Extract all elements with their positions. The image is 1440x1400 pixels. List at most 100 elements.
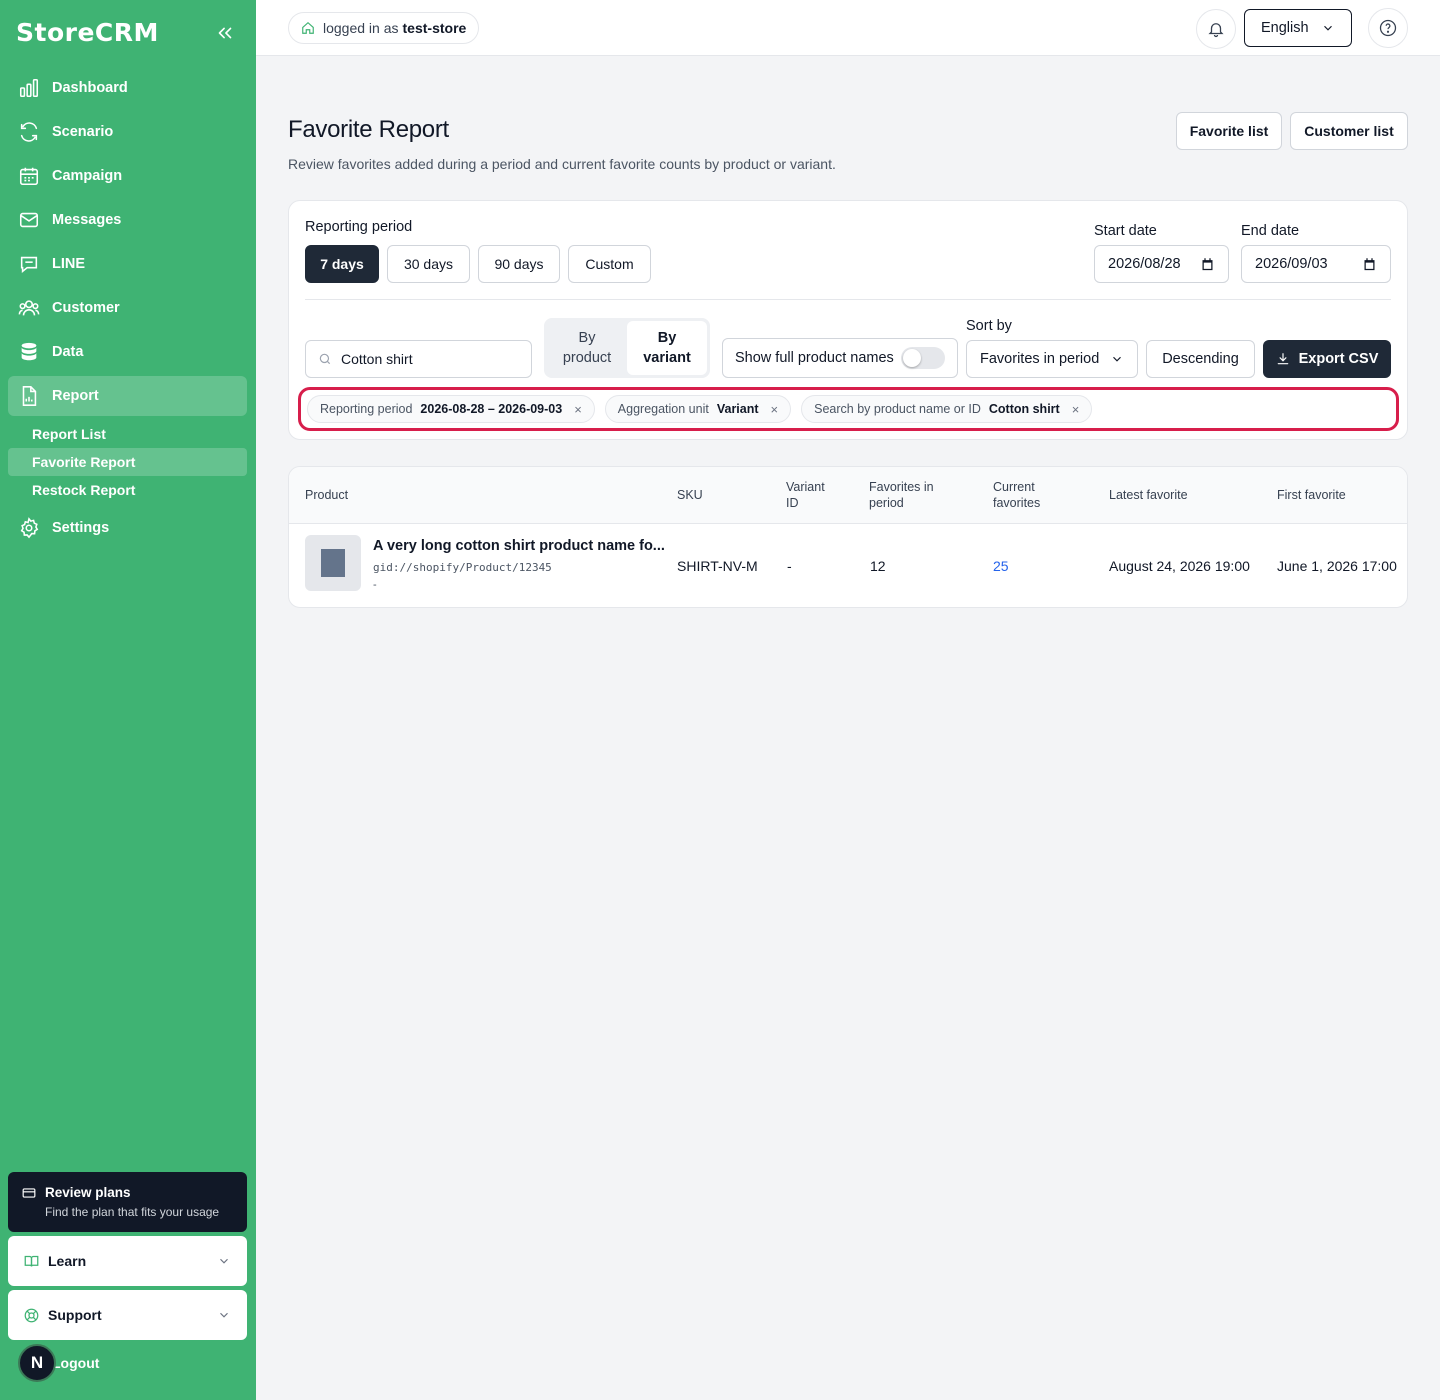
close-icon[interactable]: × bbox=[574, 402, 582, 417]
cell-first-favorite: June 1, 2026 17:00 bbox=[1277, 558, 1397, 574]
show-full-names-toggle[interactable]: Show full product names bbox=[722, 338, 958, 378]
col-fav-line1: Favorites in bbox=[869, 480, 934, 494]
sort-by-select[interactable]: Favorites in period bbox=[966, 340, 1138, 378]
learn-accordion[interactable]: Learn bbox=[8, 1236, 247, 1286]
logout-label: Logout bbox=[52, 1355, 100, 1371]
sidebar-item-label: Campaign bbox=[52, 168, 123, 184]
filter-chip-search: Search by product name or ID Cotton shir… bbox=[801, 395, 1093, 423]
reporting-period-label: Reporting period bbox=[305, 219, 413, 235]
toggle-switch[interactable] bbox=[901, 347, 945, 369]
period-90-days-button[interactable]: 90 days bbox=[478, 245, 560, 283]
chevron-down-icon bbox=[1113, 356, 1121, 362]
product-search-input[interactable]: Cotton shirt bbox=[305, 340, 532, 378]
language-select[interactable]: English bbox=[1244, 9, 1352, 47]
sidebar-item-campaign[interactable]: Campaign bbox=[8, 154, 247, 198]
col-favorites-in-period[interactable]: Favorites in period bbox=[869, 479, 934, 511]
mail-icon bbox=[18, 209, 40, 231]
col-first-favorite[interactable]: First favorite bbox=[1277, 487, 1346, 503]
review-plans-subtitle: Find the plan that fits your usage bbox=[45, 1205, 220, 1219]
col-sku[interactable]: SKU bbox=[677, 487, 703, 503]
review-plans-card[interactable]: Review plans Find the plan that fits you… bbox=[8, 1172, 247, 1232]
image-placeholder-icon bbox=[321, 549, 345, 577]
chevron-down-icon bbox=[1324, 25, 1332, 31]
refresh-icon bbox=[18, 121, 40, 143]
sidebar-subitem-report-list[interactable]: Report List bbox=[8, 420, 247, 448]
customer-list-button[interactable]: Customer list bbox=[1290, 112, 1408, 150]
help-circle-icon bbox=[1379, 19, 1397, 37]
logout-button[interactable]: N Logout bbox=[18, 1344, 99, 1382]
calendar-icon[interactable] bbox=[1362, 257, 1377, 272]
bell-icon bbox=[1208, 23, 1224, 38]
collapse-sidebar-icon[interactable] bbox=[214, 22, 236, 44]
start-date-input[interactable]: 2026/08/28 bbox=[1094, 245, 1229, 283]
sidebar-item-dashboard[interactable]: Dashboard bbox=[8, 66, 247, 110]
export-csv-button[interactable]: Export CSV bbox=[1263, 340, 1391, 378]
end-date-value: 2026/09/03 bbox=[1255, 256, 1328, 272]
cell-variant-id: - bbox=[787, 558, 792, 574]
language-value: English bbox=[1261, 20, 1309, 36]
sidebar-item-label: Data bbox=[52, 344, 84, 360]
sidebar-item-data[interactable]: Data bbox=[8, 330, 247, 374]
cell-latest-favorite: August 24, 2026 19:00 bbox=[1109, 558, 1250, 574]
sidebar-item-label: Settings bbox=[52, 520, 110, 536]
search-icon bbox=[319, 353, 331, 365]
close-icon[interactable]: × bbox=[1072, 402, 1080, 417]
sidebar-item-settings[interactable]: Settings bbox=[8, 506, 247, 550]
by-variant-line1: By bbox=[657, 330, 677, 346]
sidebar-item-line[interactable]: LINE bbox=[8, 242, 247, 286]
table-header: Product SKU Variant ID Favorites in period… bbox=[289, 467, 1407, 524]
sort-order-button[interactable]: Descending bbox=[1146, 340, 1255, 378]
end-date-input[interactable]: 2026/09/03 bbox=[1241, 245, 1391, 283]
chip-key: Aggregation unit bbox=[617, 402, 709, 416]
period-custom-button[interactable]: Custom bbox=[568, 245, 651, 283]
sidebar-item-customer[interactable]: Customer bbox=[8, 286, 247, 330]
filter-chip-period: Reporting period 2026-08-28 – 2026-09-03… bbox=[307, 395, 595, 423]
sidebar-item-label: Report bbox=[52, 388, 99, 404]
sidebar-item-messages[interactable]: Messages bbox=[8, 198, 247, 242]
chip-value: Cotton shirt bbox=[988, 402, 1060, 416]
by-product-option[interactable]: By product bbox=[547, 321, 627, 375]
calendar-icon bbox=[18, 165, 40, 187]
col-product[interactable]: Product bbox=[305, 487, 348, 503]
col-current-line1: Current bbox=[993, 480, 1035, 494]
lifebuoy-icon bbox=[24, 1308, 39, 1322]
support-accordion[interactable]: Support bbox=[8, 1290, 247, 1340]
store-name: test-store bbox=[402, 20, 467, 36]
cell-current-favorites-link[interactable]: 25 bbox=[993, 558, 1009, 574]
by-variant-line2: variant bbox=[643, 350, 691, 366]
calendar-icon[interactable] bbox=[1200, 257, 1215, 272]
sidebar-subitem-favorite-report[interactable]: Favorite Report bbox=[8, 448, 247, 476]
sidebar-item-label: Customer bbox=[52, 300, 120, 316]
sidebar-item-label: Messages bbox=[52, 212, 122, 228]
by-product-line2: product bbox=[562, 350, 612, 366]
export-csv-label: Export CSV bbox=[1298, 351, 1379, 367]
help-button[interactable] bbox=[1368, 8, 1408, 48]
sidebar-item-scenario[interactable]: Scenario bbox=[8, 110, 247, 154]
by-variant-option[interactable]: By variant bbox=[627, 321, 707, 375]
close-icon[interactable]: × bbox=[771, 402, 779, 417]
sidebar-subitem-restock-report[interactable]: Restock Report bbox=[8, 476, 247, 504]
review-plans-title: Review plans bbox=[45, 1185, 131, 1200]
period-30-days-button[interactable]: 30 days bbox=[387, 245, 470, 283]
book-icon bbox=[24, 1255, 39, 1267]
product-subtext: - bbox=[373, 579, 377, 591]
col-latest-favorite[interactable]: Latest favorite bbox=[1109, 487, 1188, 503]
chip-value: 2026-08-28 – 2026-09-03 bbox=[420, 402, 563, 416]
page-title: Favorite Report bbox=[288, 116, 449, 143]
sidebar-item-label: Dashboard bbox=[52, 80, 128, 96]
col-fav-line2: period bbox=[869, 496, 904, 510]
col-current-favorites[interactable]: Current favorites bbox=[993, 479, 1040, 511]
favorite-list-button[interactable]: Favorite list bbox=[1176, 112, 1282, 150]
learn-label: Learn bbox=[48, 1253, 87, 1269]
notifications-button[interactable] bbox=[1196, 9, 1236, 49]
bar-chart-icon bbox=[18, 77, 40, 99]
period-7-days-button[interactable]: 7 days bbox=[305, 245, 379, 283]
product-name[interactable]: A very long cotton shirt product name fo… bbox=[373, 538, 665, 554]
sidebar-item-report[interactable]: Report bbox=[8, 376, 247, 416]
sort-by-value: Favorites in period bbox=[980, 351, 1100, 367]
sidebar-item-label: Scenario bbox=[52, 124, 114, 140]
col-variant-id[interactable]: Variant ID bbox=[786, 479, 825, 511]
report-submenu: Report List Favorite Report Restock Repo… bbox=[8, 420, 247, 504]
product-thumbnail bbox=[305, 535, 361, 591]
support-label: Support bbox=[48, 1307, 102, 1323]
